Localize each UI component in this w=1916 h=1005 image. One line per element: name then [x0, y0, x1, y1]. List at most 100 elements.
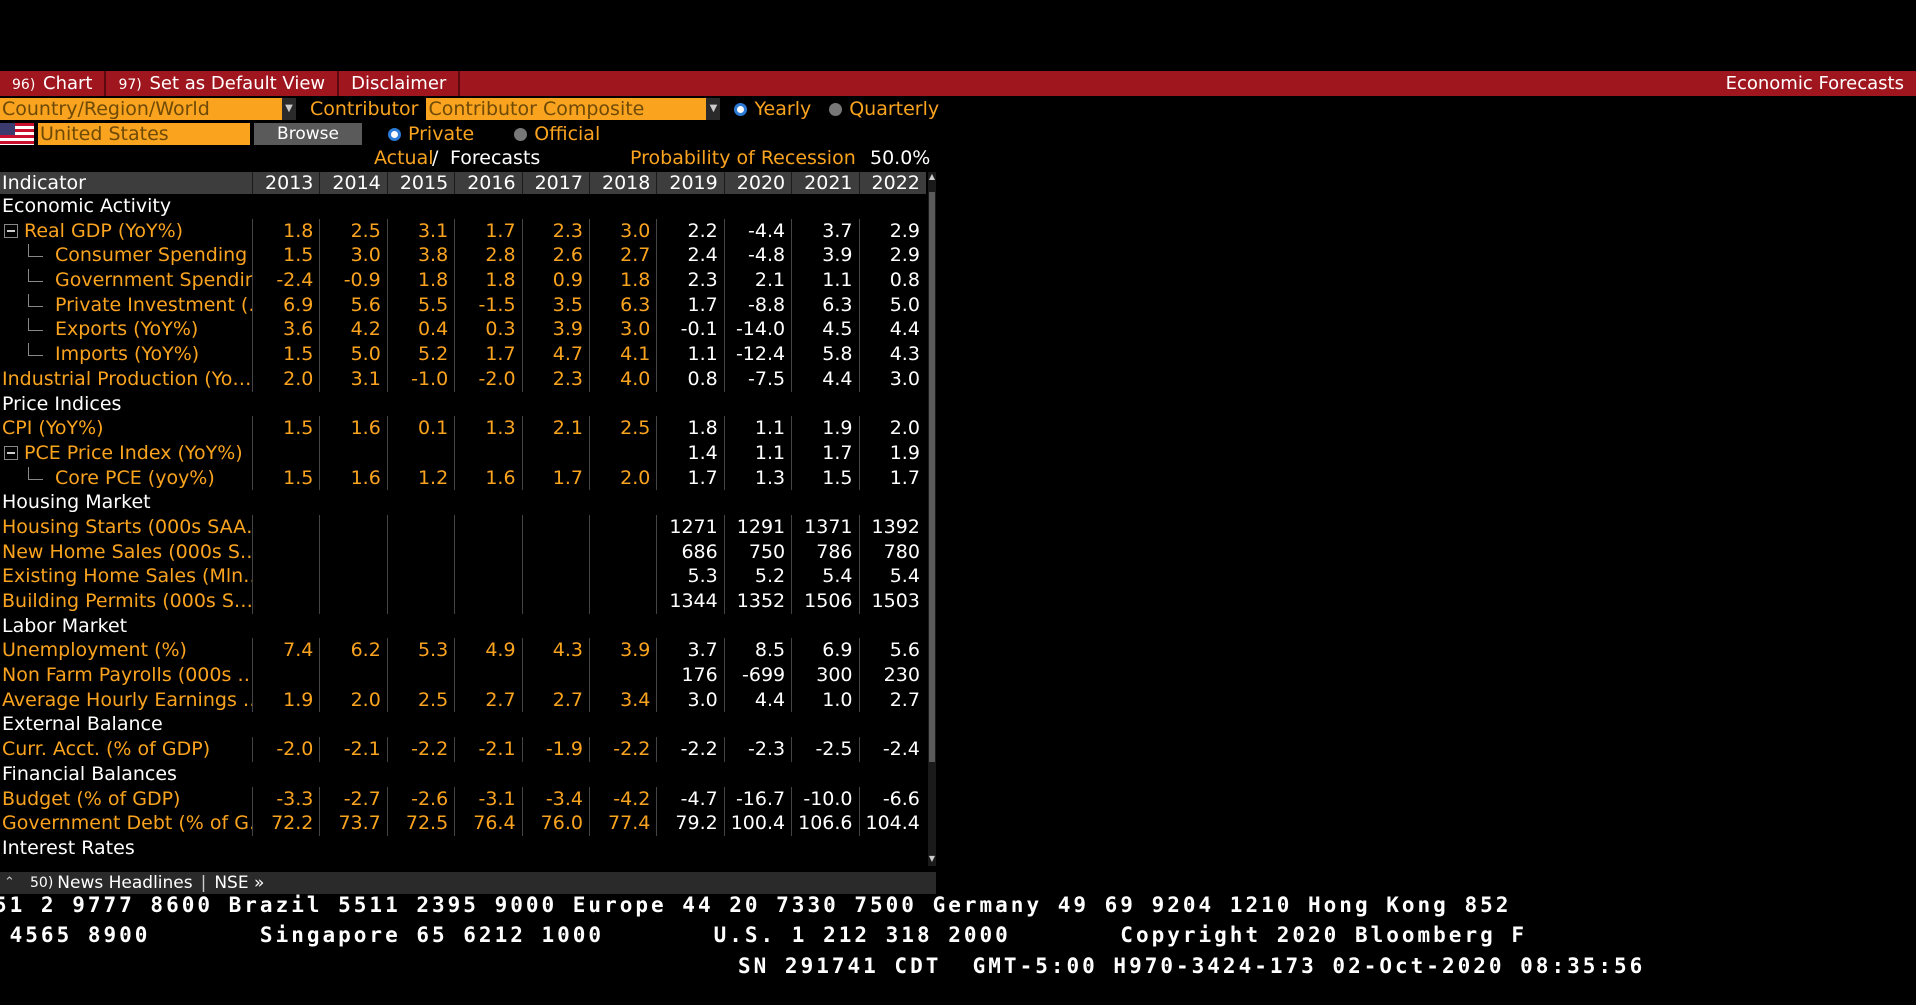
value-cell[interactable]: 3.9: [588, 638, 656, 664]
value-cell[interactable]: 1.7: [521, 465, 589, 491]
value-cell[interactable]: 780: [858, 539, 926, 565]
year-header[interactable]: 2013: [252, 172, 319, 194]
value-cell[interactable]: -4.4: [723, 218, 791, 244]
year-header[interactable]: 2016: [454, 172, 521, 194]
value-cell[interactable]: [319, 589, 386, 614]
indicator-label[interactable]: Government Debt (% of G…: [2, 812, 252, 834]
year-header[interactable]: 2015: [386, 172, 454, 194]
indicator-label[interactable]: Core PCE (yoy%): [55, 467, 215, 489]
value-cell[interactable]: 1503: [858, 589, 926, 614]
indicator-label[interactable]: Budget (% of GDP): [2, 788, 180, 810]
value-cell[interactable]: -2.2: [656, 737, 723, 762]
indicator-label[interactable]: Government Spendin…: [55, 269, 252, 291]
table-row[interactable]: CPI (YoY%) 1.5 1.6 0.1 1.3 2.1 2.5 1.8 1.1 1.9 2.0: [0, 416, 926, 441]
value-cell[interactable]: 1.8: [252, 218, 319, 244]
value-cell[interactable]: -4.2: [588, 786, 656, 812]
value-cell[interactable]: 1.7: [454, 218, 521, 244]
value-cell[interactable]: 0.8: [656, 366, 723, 392]
table-row[interactable]: Budget (% of GDP) -3.3 -2.7 -2.6 -3.1 -3.4 -4.…: [0, 786, 926, 812]
value-cell[interactable]: 4.5: [791, 317, 858, 343]
value-cell[interactable]: 2.3: [521, 218, 589, 244]
region-type-dropdown[interactable]: Country/Region/World: [0, 98, 282, 120]
value-cell[interactable]: 1.9: [252, 687, 319, 713]
value-cell[interactable]: [252, 564, 319, 589]
value-cell[interactable]: 2.7: [454, 687, 521, 713]
value-cell[interactable]: 1.0: [791, 687, 858, 713]
value-cell[interactable]: 1.5: [252, 416, 319, 441]
value-cell[interactable]: -1.9: [521, 737, 589, 762]
value-cell[interactable]: 1.7: [858, 465, 926, 491]
value-cell[interactable]: 8.5: [723, 638, 791, 664]
value-cell[interactable]: 0.4: [386, 317, 454, 343]
value-cell[interactable]: -2.1: [319, 737, 386, 762]
value-cell[interactable]: 2.0: [252, 366, 319, 392]
value-cell[interactable]: 5.4: [791, 564, 858, 589]
value-cell[interactable]: [252, 539, 319, 565]
table-row[interactable]: Exports (YoY%) 3.6 4.2 0.4 0.3 3.9 3.0 -0.1 -14.…: [0, 317, 926, 343]
value-cell[interactable]: 1.7: [656, 292, 723, 318]
indicator-label[interactable]: New Home Sales (000s S…: [2, 541, 252, 563]
indicator-label[interactable]: Imports (YoY%): [55, 343, 199, 365]
value-cell[interactable]: 750: [723, 539, 791, 565]
value-cell[interactable]: -8.8: [723, 292, 791, 318]
value-cell[interactable]: 1.2: [386, 465, 454, 491]
indicator-label[interactable]: Non Farm Payrolls (000s …: [2, 664, 252, 686]
value-cell[interactable]: 3.0: [319, 243, 386, 269]
value-cell[interactable]: 1.5: [252, 465, 319, 491]
table-row[interactable]: Core PCE (yoy%) 1.5 1.6 1.2 1.6 1.7 2.0 1.7 1.3 1…: [0, 465, 926, 491]
table-scrollbar[interactable]: ▲ ▼: [928, 172, 936, 866]
value-cell[interactable]: 4.4: [723, 687, 791, 713]
value-cell[interactable]: 106.6: [791, 811, 858, 836]
value-cell[interactable]: [521, 440, 589, 466]
value-cell[interactable]: [521, 514, 589, 540]
value-cell[interactable]: 1.9: [858, 440, 926, 466]
value-cell[interactable]: 2.5: [319, 218, 386, 244]
value-cell[interactable]: 1.1: [723, 440, 791, 466]
indicator-label[interactable]: Real GDP (YoY%): [24, 220, 183, 242]
value-cell[interactable]: 5.2: [723, 564, 791, 589]
value-cell[interactable]: -6.6: [858, 786, 926, 812]
value-cell[interactable]: 4.3: [858, 342, 926, 367]
value-cell[interactable]: 5.8: [791, 342, 858, 367]
value-cell[interactable]: 3.0: [588, 317, 656, 343]
value-cell[interactable]: 6.9: [252, 292, 319, 318]
value-cell[interactable]: 1.7: [454, 342, 521, 367]
value-cell[interactable]: 6.9: [791, 638, 858, 664]
scrollbar-thumb[interactable]: [929, 192, 935, 762]
value-cell[interactable]: -0.9: [319, 268, 386, 293]
country-field[interactable]: United States: [38, 123, 250, 145]
value-cell[interactable]: [521, 564, 589, 589]
value-cell[interactable]: 2.1: [723, 268, 791, 293]
value-cell[interactable]: -1.0: [386, 366, 454, 392]
value-cell[interactable]: [588, 440, 656, 466]
indicator-header[interactable]: Indicator: [0, 172, 252, 194]
value-cell[interactable]: 1.6: [454, 465, 521, 491]
value-cell[interactable]: [588, 539, 656, 565]
value-cell[interactable]: 300: [791, 663, 858, 688]
value-cell[interactable]: [454, 440, 521, 466]
set-default-view-tab[interactable]: 97) Set as Default View: [106, 71, 340, 96]
value-cell[interactable]: 2.5: [588, 416, 656, 441]
indicator-label[interactable]: Consumer Spending …: [55, 244, 252, 266]
value-cell[interactable]: 2.3: [656, 268, 723, 293]
value-cell[interactable]: [319, 663, 386, 688]
value-cell[interactable]: -2.4: [252, 268, 319, 293]
value-cell[interactable]: [588, 514, 656, 540]
value-cell[interactable]: 1.4: [656, 440, 723, 466]
year-header[interactable]: 2017: [521, 172, 589, 194]
value-cell[interactable]: [319, 440, 386, 466]
value-cell[interactable]: 1352: [723, 589, 791, 614]
table-row[interactable]: Real GDP (YoY%) 1.8 2.5 3.1 1.7 2.3 3.0 2.2 -4.4…: [0, 218, 926, 244]
value-cell[interactable]: 2.9: [858, 243, 926, 269]
contributor-dropdown[interactable]: Contributor Composite: [426, 98, 707, 120]
value-cell[interactable]: 2.0: [858, 416, 926, 441]
value-cell[interactable]: 73.7: [319, 811, 386, 836]
value-cell[interactable]: 0.1: [386, 416, 454, 441]
value-cell[interactable]: 2.2: [656, 218, 723, 244]
value-cell[interactable]: 3.7: [656, 638, 723, 664]
value-cell[interactable]: 1.9: [791, 416, 858, 441]
value-cell[interactable]: [386, 539, 454, 565]
indicator-label[interactable]: Building Permits (000s S…: [2, 590, 252, 612]
value-cell[interactable]: -7.5: [723, 366, 791, 392]
value-cell[interactable]: [521, 589, 589, 614]
